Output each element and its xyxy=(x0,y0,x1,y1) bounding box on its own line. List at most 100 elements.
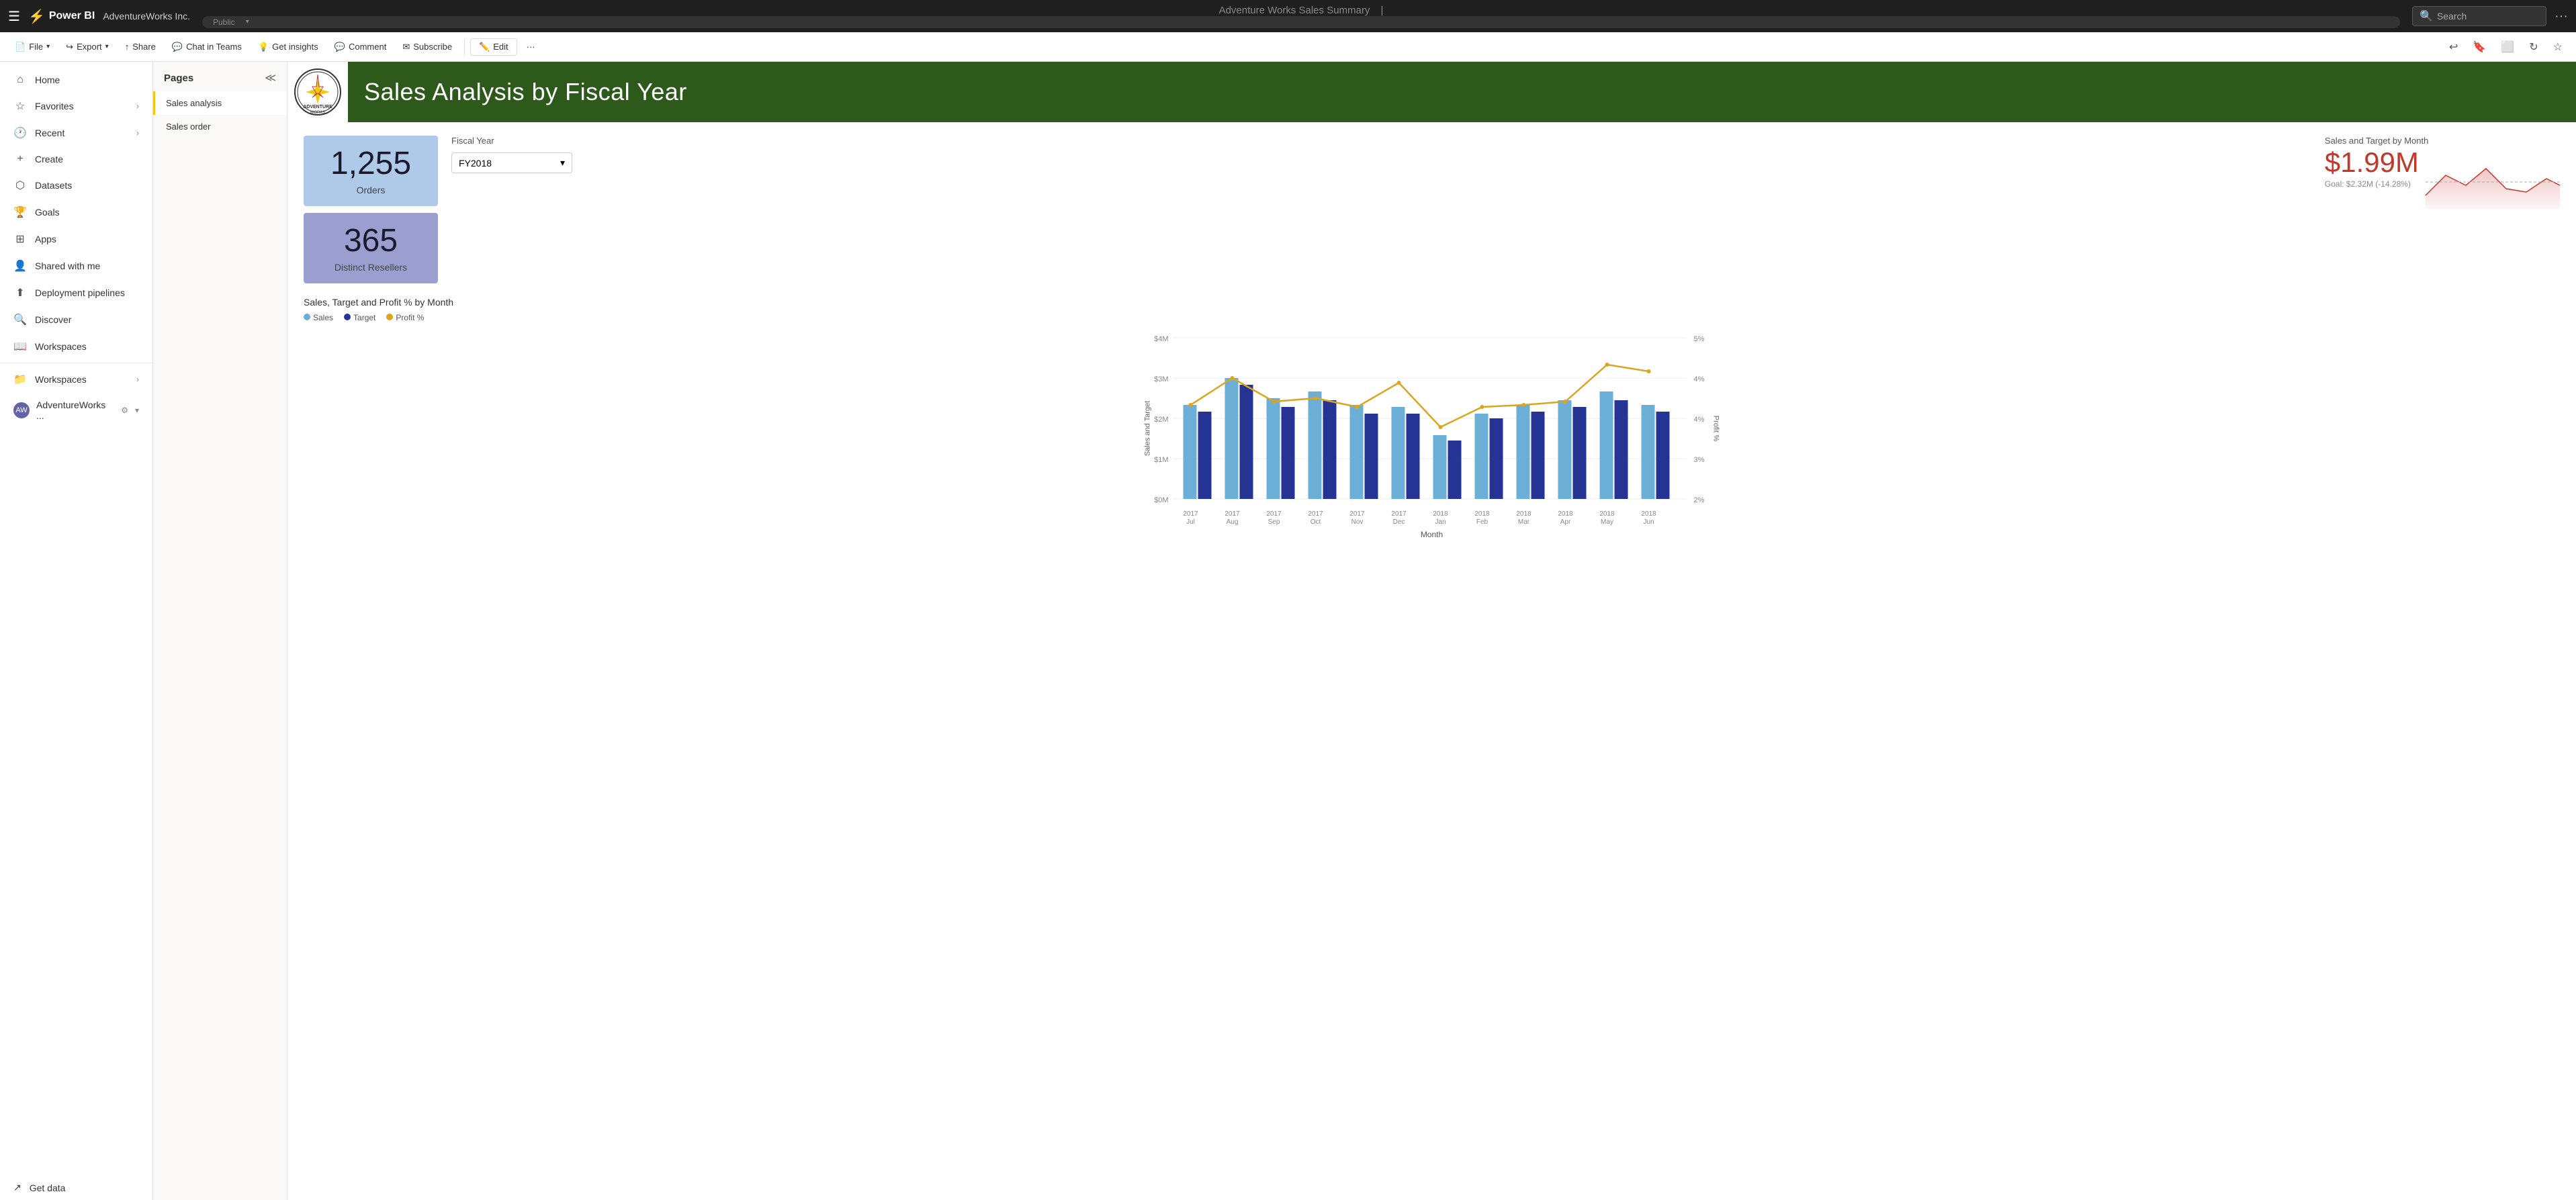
sidebar-item-deployment[interactable]: ⬆ Deployment pipelines xyxy=(0,279,152,306)
fit-button[interactable]: ⬜ xyxy=(2495,38,2520,56)
app-logo: ⚡ Power BI xyxy=(28,8,95,25)
svg-text:Profit %: Profit % xyxy=(1712,415,1720,441)
edit-button[interactable]: ✏️ Edit xyxy=(470,38,517,56)
bar-sales-11[interactable] xyxy=(1600,391,1613,499)
profit-dot-8 xyxy=(1480,405,1484,409)
sidebar-item-datasets[interactable]: ⬡ Datasets xyxy=(0,172,152,199)
sidebar-item-label: Shared with me xyxy=(35,261,100,271)
bar-target-11[interactable] xyxy=(1615,400,1628,499)
legend-profit: Profit % xyxy=(386,313,424,322)
svg-text:2018: 2018 xyxy=(1641,510,1656,518)
svg-text:3%: 3% xyxy=(1694,456,1705,464)
search-input[interactable] xyxy=(2437,11,2539,21)
profit-dot-11 xyxy=(1605,363,1609,367)
collapse-pages-button[interactable]: ≪ xyxy=(265,71,276,85)
svg-text:Feb: Feb xyxy=(1476,518,1489,526)
chart-section: Sales, Target and Profit % by Month Sale… xyxy=(304,297,2560,546)
sidebar-item-adventureworks[interactable]: AW AdventureWorks ... ⚙ ▾ xyxy=(0,393,152,428)
sales-target-content: $1.99M Goal: $2.32M (-14.28%) xyxy=(2325,148,2560,209)
sidebar-item-favorites[interactable]: ☆ Favorites › xyxy=(0,93,152,120)
sales-amount-area: $1.99M Goal: $2.32M (-14.28%) xyxy=(2325,148,2419,189)
chevron-down-icon: ▾ xyxy=(135,406,139,415)
sidebar-item-shared[interactable]: 👤 Shared with me xyxy=(0,252,152,279)
toolbar-divider xyxy=(464,39,465,55)
more-button[interactable]: ··· xyxy=(520,39,542,54)
legend-target: Target xyxy=(344,313,375,322)
svg-text:5%: 5% xyxy=(1694,335,1705,343)
bar-sales-6[interactable] xyxy=(1392,407,1405,499)
chat-in-teams-button[interactable]: 💬 Chat in Teams xyxy=(165,39,249,55)
get-data-button[interactable]: ↗ Get data xyxy=(0,1175,152,1200)
share-button[interactable]: ↑ Share xyxy=(118,39,163,54)
bar-sales-5[interactable] xyxy=(1350,405,1364,499)
sidebar-item-learn[interactable]: 📖 Workspaces xyxy=(0,333,152,360)
hamburger-button[interactable]: ☰ xyxy=(8,8,20,25)
sidebar-item-discover[interactable]: 🔍 Discover xyxy=(0,306,152,333)
apps-icon: ⊞ xyxy=(13,232,27,246)
bar-sales-1[interactable] xyxy=(1184,405,1197,499)
bar-target-5[interactable] xyxy=(1365,414,1378,499)
page-item-sales-order[interactable]: Sales order xyxy=(153,115,287,138)
more-icon: ··· xyxy=(527,42,535,52)
bar-sales-2[interactable] xyxy=(1225,378,1239,499)
fiscal-year-value: FY2018 xyxy=(459,158,492,169)
bar-target-2[interactable] xyxy=(1240,385,1253,499)
sidebar-item-home[interactable]: ⌂ Home xyxy=(0,67,152,93)
bar-target-4[interactable] xyxy=(1323,400,1337,499)
bar-sales-8[interactable] xyxy=(1475,414,1489,499)
bar-sales-3[interactable] xyxy=(1267,398,1280,499)
undo-button[interactable]: ↩ xyxy=(2444,38,2463,56)
bookmark-button[interactable]: 🔖 xyxy=(2467,38,2491,56)
sales-target-panel: Sales and Target by Month $1.99M Goal: $… xyxy=(2325,136,2560,209)
bar-target-12[interactable] xyxy=(1656,412,1670,499)
profit-dot-1 xyxy=(1189,403,1193,407)
profit-dot-12 xyxy=(1647,369,1651,373)
export-button[interactable]: ↪ Export ▾ xyxy=(59,39,116,55)
bar-target-6[interactable] xyxy=(1407,414,1420,499)
toolbar: 📄 File ▾ ↪ Export ▾ ↑ Share 💬 Chat in Te… xyxy=(0,32,2576,62)
sidebar-item-apps[interactable]: ⊞ Apps xyxy=(0,226,152,252)
comment-button[interactable]: 💬 Comment xyxy=(328,39,394,55)
bar-sales-10[interactable] xyxy=(1558,400,1572,499)
profit-dot-3 xyxy=(1272,400,1276,404)
export-icon: ↪ xyxy=(66,42,73,52)
sidebar-item-workspaces[interactable]: 📁 Workspaces › xyxy=(0,366,152,393)
search-box[interactable]: 🔍 xyxy=(2412,6,2546,26)
get-insights-button[interactable]: 💡 Get insights xyxy=(251,39,325,55)
svg-text:Sales and Target: Sales and Target xyxy=(1144,400,1152,455)
file-button[interactable]: 📄 File ▾ xyxy=(8,39,56,55)
bar-target-3[interactable] xyxy=(1282,407,1295,499)
bar-sales-12[interactable] xyxy=(1642,405,1655,499)
sidebar-item-recent[interactable]: 🕐 Recent › xyxy=(0,120,152,146)
favorite-button[interactable]: ☆ xyxy=(2548,38,2568,56)
more-options-icon[interactable]: ··· xyxy=(2555,9,2568,24)
svg-text:2017: 2017 xyxy=(1308,510,1323,518)
favorites-icon: ☆ xyxy=(13,99,27,113)
public-badge[interactable]: Public ▾ xyxy=(202,16,2400,28)
shared-icon: 👤 xyxy=(13,259,27,273)
topbar: ☰ ⚡ Power BI AdventureWorks Inc. Adventu… xyxy=(0,0,2576,32)
settings-icon: ⚙ xyxy=(121,406,128,415)
svg-text:Mar: Mar xyxy=(1518,518,1530,526)
bar-target-7[interactable] xyxy=(1448,441,1462,499)
bar-sales-4[interactable] xyxy=(1308,391,1322,499)
app-name: Power BI xyxy=(49,10,95,22)
main-chart: $4M $3M $2M $1M $0M 5% 4% 4% 3% 2% Sales… xyxy=(304,328,2560,543)
sidebar-item-goals[interactable]: 🏆 Goals xyxy=(0,199,152,226)
bar-sales-7[interactable] xyxy=(1433,435,1447,499)
bar-target-9[interactable] xyxy=(1531,412,1545,499)
sidebar-item-label: Goals xyxy=(35,207,60,218)
svg-text:$3M: $3M xyxy=(1154,375,1168,383)
subscribe-button[interactable]: ✉ Subscribe xyxy=(396,39,459,55)
fiscal-year-select[interactable]: FY2018 ▾ xyxy=(451,152,572,173)
page-item-sales-analysis[interactable]: Sales analysis xyxy=(153,91,287,115)
bar-sales-9[interactable] xyxy=(1517,405,1530,499)
bar-target-1[interactable] xyxy=(1198,412,1212,499)
bar-target-8[interactable] xyxy=(1490,418,1503,499)
svg-text:Nov: Nov xyxy=(1351,518,1364,526)
sidebar-item-create[interactable]: + Create xyxy=(0,146,152,172)
svg-text:2018: 2018 xyxy=(1433,510,1448,518)
refresh-button[interactable]: ↻ xyxy=(2524,38,2543,56)
bar-target-10[interactable] xyxy=(1573,407,1587,499)
profit-dot-5 xyxy=(1356,405,1360,409)
